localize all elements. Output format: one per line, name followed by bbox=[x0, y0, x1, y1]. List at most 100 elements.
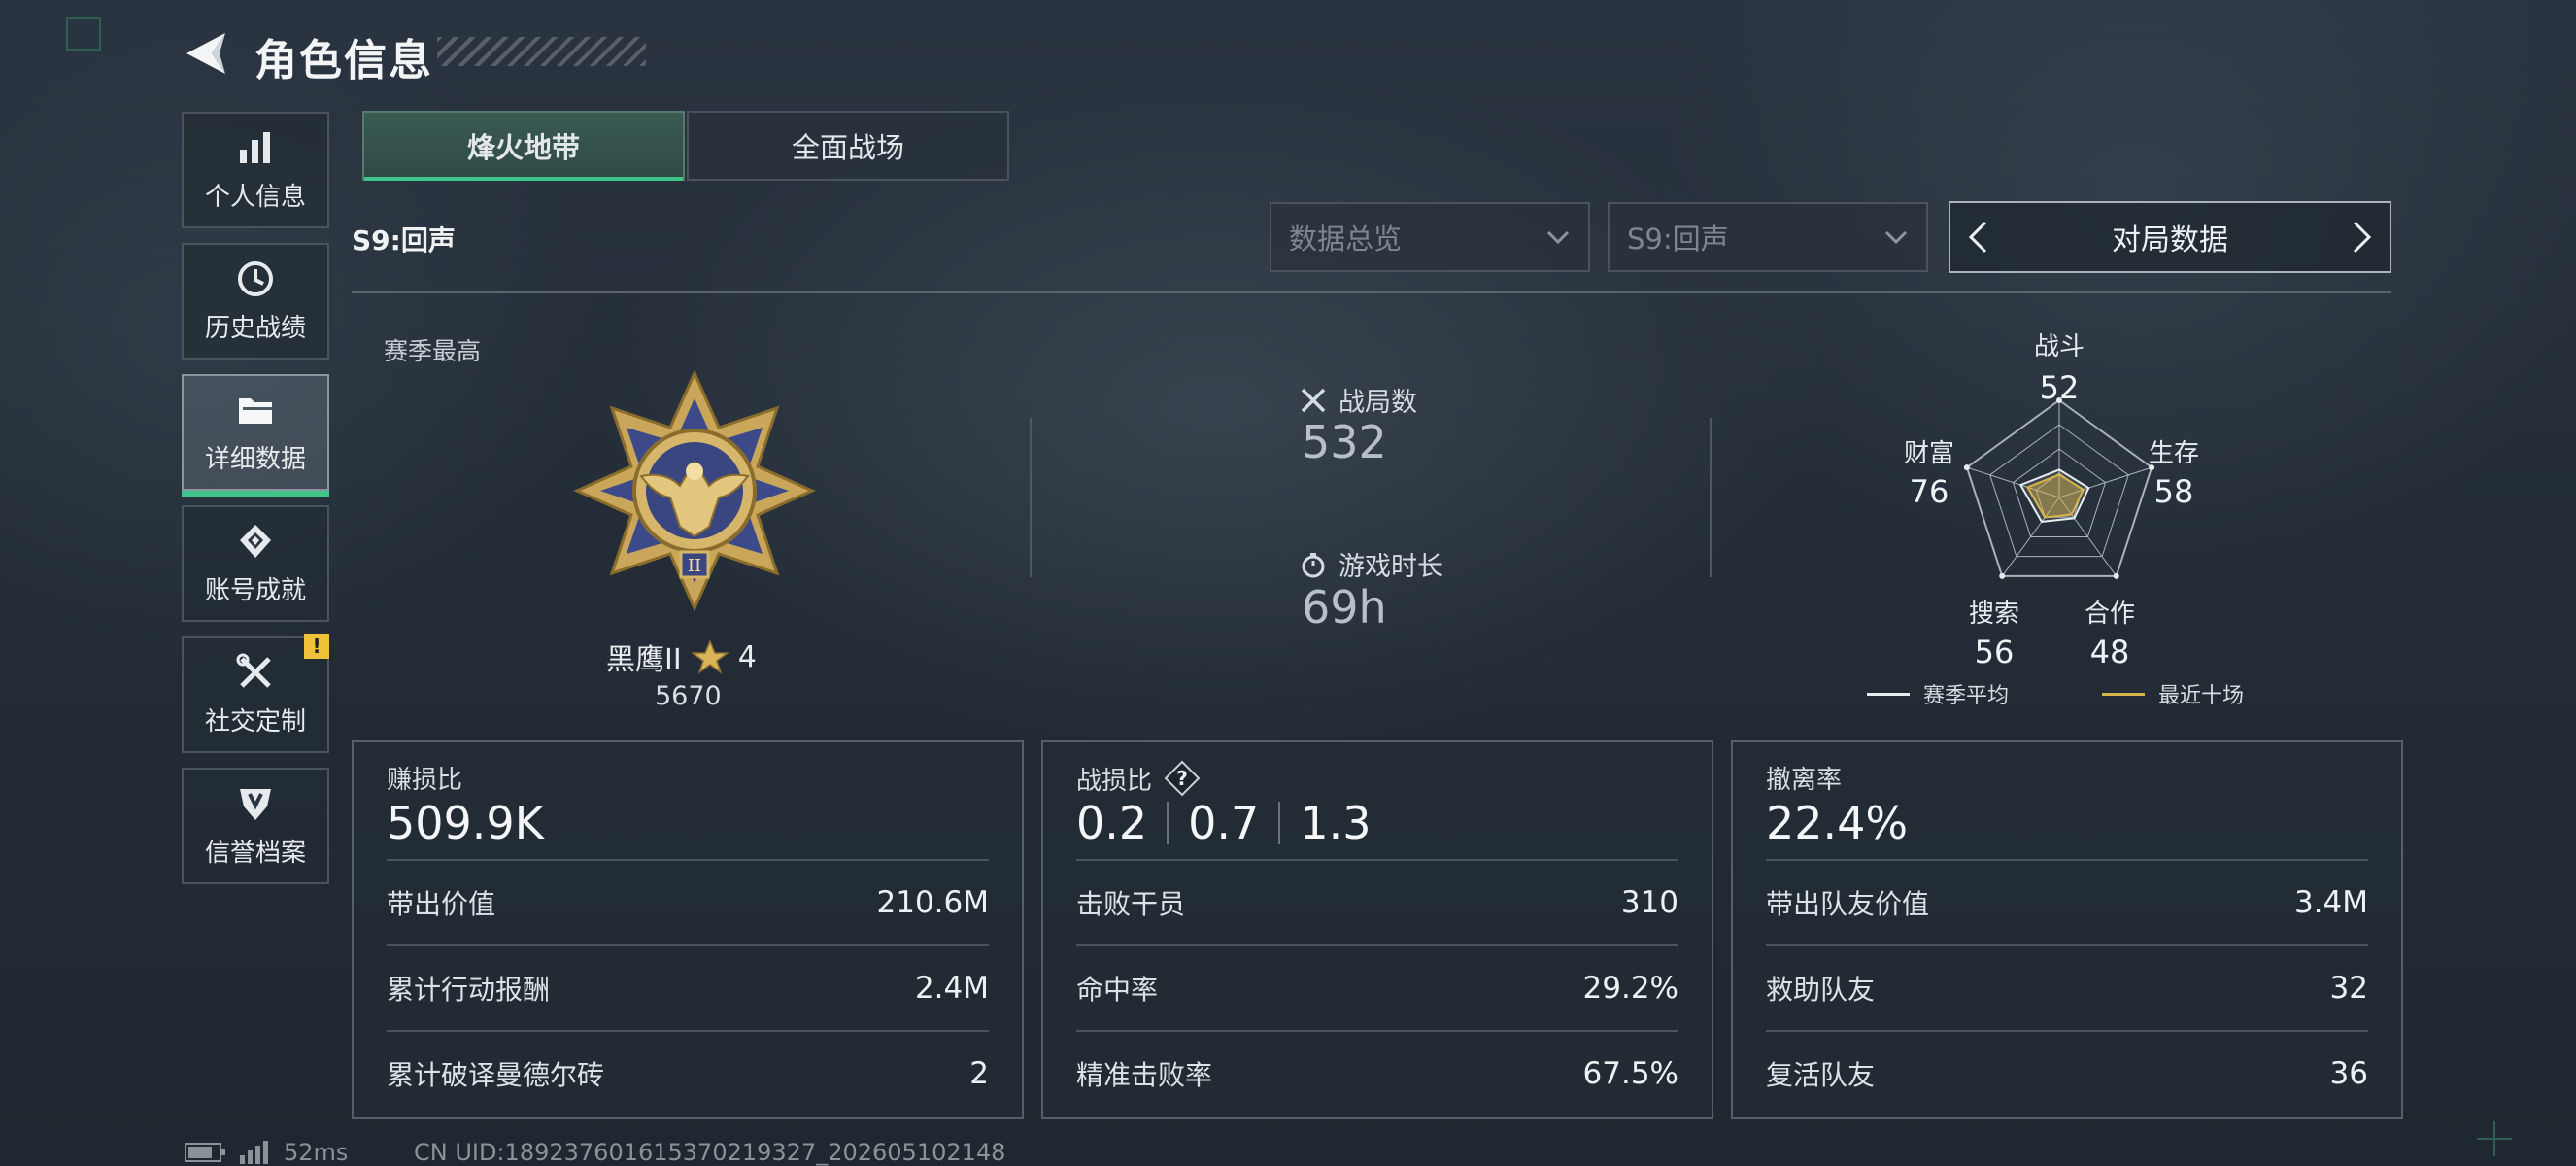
radar-label-survival: 生存 bbox=[2148, 439, 2199, 468]
season-dropdown[interactable]: S9:回声 bbox=[1608, 202, 1928, 272]
history-clock-icon bbox=[238, 260, 273, 296]
stat-value: 36 bbox=[2329, 1056, 2368, 1091]
extraction-rate-label: 撤离率 bbox=[1766, 766, 1843, 795]
data-type-dropdown[interactable]: 数据总览 bbox=[1270, 202, 1590, 272]
dropdown-value: 数据总览 bbox=[1289, 223, 1403, 256]
sidebar-item-credit-file[interactable]: 信誉档案 bbox=[182, 768, 329, 884]
stat-value: 32 bbox=[2329, 971, 2368, 1006]
radar-label-search: 搜索 bbox=[1968, 600, 2019, 629]
dropdown-value: S9:回声 bbox=[1627, 223, 1729, 256]
corner-frame-decoration bbox=[66, 17, 101, 51]
svg-text:II: II bbox=[688, 556, 701, 576]
stat-row: 累计破译曼德尔砖 2 bbox=[387, 1030, 989, 1115]
sidebar-item-label: 社交定制 bbox=[204, 706, 306, 737]
shield-icon bbox=[240, 788, 271, 820]
season-best-label: 赛季最高 bbox=[384, 337, 482, 365]
matches-value: 532 bbox=[1302, 416, 1387, 468]
signal-icon bbox=[240, 1141, 268, 1164]
legend-swatch bbox=[2102, 692, 2145, 696]
data-view-pager: 对局数据 bbox=[1949, 201, 2391, 273]
sidebar-item-achievements[interactable]: 账号成就 bbox=[182, 505, 329, 622]
achievement-medal-icon bbox=[240, 524, 271, 558]
kd-ratio-value: 0.2 bbox=[1076, 797, 1148, 849]
stat-key: 精准击败率 bbox=[1076, 1059, 1213, 1091]
playtime-label: 游戏时长 bbox=[1300, 545, 1443, 583]
profit-ratio-label: 赚损比 bbox=[387, 766, 463, 795]
help-question-icon[interactable]: ? bbox=[1164, 760, 1201, 797]
tools-icon bbox=[236, 653, 271, 688]
chevron-down-icon bbox=[1884, 230, 1908, 245]
radar-value-search: 56 bbox=[1974, 634, 2015, 670]
matches-label: 战局数 bbox=[1300, 381, 1417, 419]
sidebar-item-label: 账号成就 bbox=[204, 575, 306, 605]
stat-key: 击败干员 bbox=[1076, 888, 1186, 920]
ratio-separator bbox=[1278, 802, 1281, 844]
radar-label-cooperation: 合作 bbox=[2084, 600, 2135, 629]
notification-badge: ! bbox=[304, 634, 329, 659]
tab-hazard-zone[interactable]: 烽火地带 bbox=[362, 111, 685, 181]
stat-row: 击败干员 310 bbox=[1076, 859, 1678, 944]
crosshair-decoration-icon bbox=[2477, 1121, 2512, 1156]
card-label: 赚损比 bbox=[387, 760, 462, 796]
playtime-label-text: 游戏时长 bbox=[1339, 552, 1443, 582]
tab-full-battlefield[interactable]: 全面战场 bbox=[687, 111, 1009, 181]
ratio-separator bbox=[1167, 802, 1169, 844]
stat-key: 累计破译曼德尔砖 bbox=[387, 1059, 605, 1091]
stat-row: 命中率 29.2% bbox=[1076, 944, 1678, 1030]
title-decoration bbox=[437, 37, 646, 66]
rank-info: 黑鹰II 4 bbox=[606, 635, 757, 678]
kd-ratio-values: 0.2 0.7 1.3 bbox=[1076, 797, 1371, 849]
ping-value: 52ms bbox=[284, 1139, 349, 1166]
legend-label: 赛季平均 bbox=[1923, 684, 2010, 708]
radar-value-combat: 52 bbox=[2039, 369, 2080, 406]
radar-value-wealth: 76 bbox=[1909, 473, 1949, 510]
rank-stars: 4 bbox=[737, 639, 757, 674]
kd-ratio-label: 战损比 bbox=[1076, 766, 1153, 796]
profit-ratio-card: 赚损比 509.9K 带出价值 210.6M 累计行动报酬 2.4M 累计破译曼德尔… bbox=[352, 740, 1024, 1119]
pager-label: 对局数据 bbox=[2112, 223, 2228, 257]
stat-value: 2.4M bbox=[914, 971, 989, 1006]
stat-key: 带出价值 bbox=[387, 888, 496, 920]
kd-ratio-card: 战损比 ? 0.2 0.7 1.3 击败干员 310 命中率 29.2% 精准击败率… bbox=[1041, 740, 1713, 1119]
sidebar-item-label: 个人信息 bbox=[204, 182, 306, 212]
vertical-divider bbox=[1710, 418, 1712, 577]
chevron-left-icon[interactable] bbox=[1966, 220, 1989, 255]
stat-row: 累计行动报酬 2.4M bbox=[387, 944, 989, 1030]
section-divider bbox=[352, 292, 2391, 293]
rank-points: 5670 bbox=[655, 681, 722, 711]
profit-ratio-value: 509.9K bbox=[387, 797, 544, 849]
rank-emblem-icon: II bbox=[573, 369, 816, 612]
folder-icon bbox=[239, 397, 272, 424]
bar-chart-icon bbox=[240, 131, 270, 163]
star-icon bbox=[691, 639, 729, 674]
stat-key: 复活队友 bbox=[1766, 1059, 1876, 1091]
back-arrow-icon[interactable] bbox=[183, 29, 229, 78]
stopwatch-icon bbox=[1302, 552, 1325, 577]
sidebar-item-label: 历史战绩 bbox=[204, 313, 306, 343]
stat-key: 带出队友价值 bbox=[1766, 888, 1930, 920]
radar-label-wealth: 财富 bbox=[1903, 439, 1954, 468]
stat-row: 带出价值 210.6M bbox=[387, 859, 989, 944]
chevron-down-icon bbox=[1546, 230, 1570, 245]
stat-value: 210.6M bbox=[876, 885, 990, 920]
stat-value: 67.5% bbox=[1582, 1056, 1678, 1091]
stat-value: 310 bbox=[1620, 885, 1678, 920]
extraction-rate-value: 22.4% bbox=[1766, 797, 1909, 849]
card-label: 撤离率 bbox=[1766, 760, 1842, 796]
network-status: 52ms bbox=[185, 1139, 348, 1166]
matches-label-text: 战局数 bbox=[1339, 388, 1417, 418]
chevron-right-icon[interactable] bbox=[2351, 220, 2374, 255]
stat-key: 命中率 bbox=[1076, 974, 1159, 1006]
stat-row: 精准击败率 67.5% bbox=[1076, 1030, 1678, 1115]
stat-row: 复活队友 36 bbox=[1766, 1030, 2368, 1115]
sidebar-item-personal-info[interactable]: 个人信息 bbox=[182, 112, 329, 228]
sidebar-item-detailed-data[interactable]: 详细数据 bbox=[182, 374, 329, 497]
radar-value-cooperation: 48 bbox=[2089, 634, 2130, 670]
radar-label-combat: 战斗 bbox=[2033, 332, 2085, 361]
sidebar-item-history[interactable]: 历史战绩 bbox=[182, 243, 329, 360]
legend-season-average: 赛季平均 bbox=[1867, 678, 2009, 709]
sidebar-item-label: 信誉档案 bbox=[204, 838, 306, 868]
stat-key: 救助队友 bbox=[1766, 974, 1876, 1006]
playtime-value: 69h bbox=[1302, 581, 1387, 634]
radar-axis-dot bbox=[2113, 572, 2119, 579]
